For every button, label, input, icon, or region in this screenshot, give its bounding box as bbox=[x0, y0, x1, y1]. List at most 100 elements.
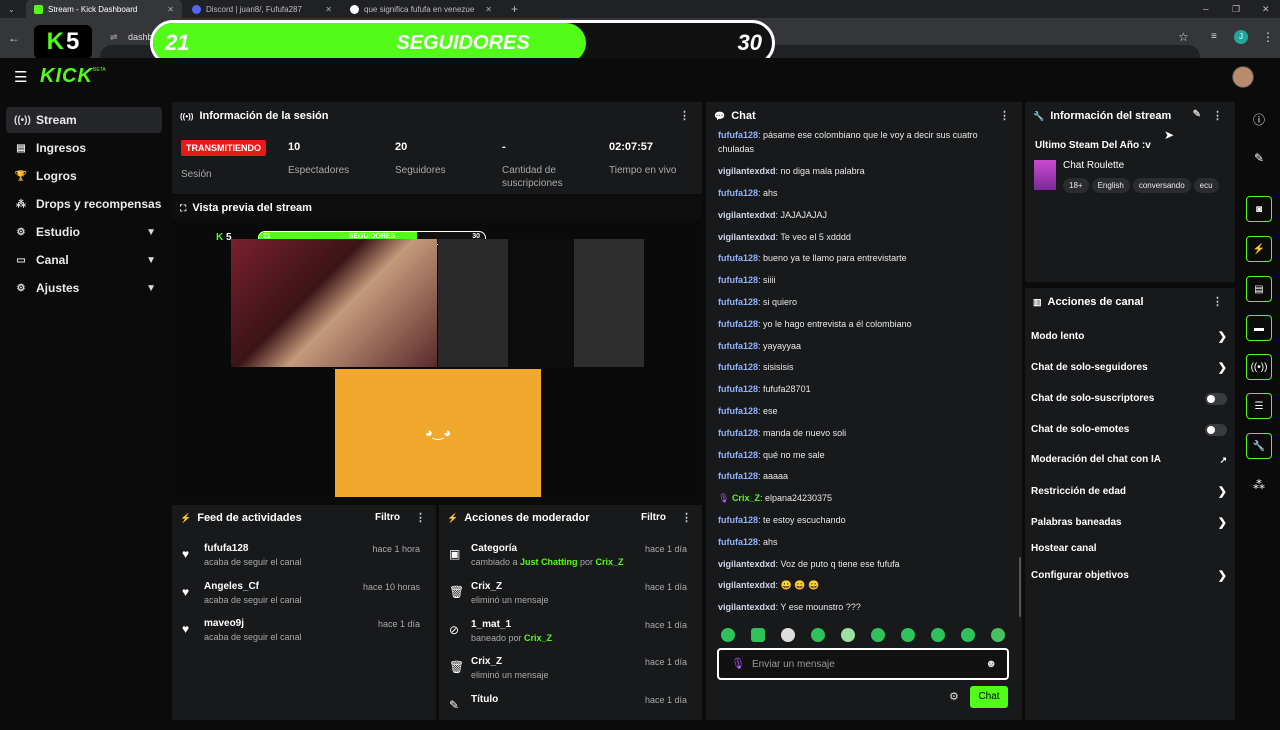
emote-icon[interactable] bbox=[901, 628, 915, 642]
chat-username[interactable]: vigilantexdxd bbox=[718, 210, 776, 220]
emote-icon[interactable] bbox=[781, 628, 795, 642]
emotes-only-toggle[interactable] bbox=[1205, 424, 1227, 436]
chat-username[interactable]: fufufa128 bbox=[718, 515, 758, 525]
action-configurar-objetivos[interactable]: Configurar objetivos ❯ bbox=[1031, 568, 1227, 584]
chat-username[interactable]: vigilantexdxd bbox=[718, 580, 776, 590]
close-tab-icon[interactable]: ✕ bbox=[167, 5, 174, 14]
chat-username[interactable]: vigilantexdxd bbox=[718, 232, 776, 242]
chat-username[interactable]: fufufa128 bbox=[718, 428, 758, 438]
site-info-icon[interactable]: ⇌ bbox=[110, 32, 118, 43]
feed-filter-button[interactable]: Filtro bbox=[375, 512, 400, 523]
chat-username[interactable]: vigilantexdxd bbox=[718, 602, 776, 612]
edit-pencil-icon[interactable]: ✎ bbox=[1193, 109, 1201, 120]
mod-filter-button[interactable]: Filtro bbox=[641, 512, 666, 523]
chevron-right-icon: ❯ bbox=[1217, 486, 1227, 498]
wrench-icon[interactable]: 🔧 bbox=[1246, 433, 1272, 459]
chat-username[interactable]: fufufa128 bbox=[718, 297, 758, 307]
action-solo-seguidores[interactable]: Chat de solo-seguidores ❯ bbox=[1031, 360, 1227, 376]
sidebar-item-ingresos[interactable]: ▤ Ingresos bbox=[6, 135, 162, 161]
chat-input[interactable]: 🎙 Enviar un mensaje ☻ bbox=[717, 648, 1009, 680]
more-options-icon[interactable]: ⋮ bbox=[1212, 295, 1223, 308]
kick-logo[interactable]: KICK bbox=[40, 65, 93, 88]
subs-only-toggle[interactable] bbox=[1205, 393, 1227, 405]
chat-bubble-icon[interactable]: ▬ bbox=[1246, 315, 1272, 341]
bookmark-star-icon[interactable]: ☆ bbox=[1178, 30, 1189, 44]
action-hostear-canal[interactable]: Hostear canal bbox=[1031, 541, 1227, 557]
browser-tab-kick[interactable]: Stream - Kick Dashboard ✕ bbox=[26, 0, 182, 18]
sidebar-item-ajustes[interactable]: ⚙ Ajustes ▼ bbox=[6, 275, 162, 301]
chat-username[interactable]: fufufa128 bbox=[718, 130, 758, 140]
sidebar-item-stream[interactable]: ((•)) Stream bbox=[6, 107, 162, 133]
chat-username[interactable]: Crix_Z bbox=[732, 493, 760, 503]
close-tab-icon[interactable]: ✕ bbox=[485, 5, 492, 14]
sidebar-item-label: Stream bbox=[36, 113, 77, 127]
chevron-right-icon: ❯ bbox=[1217, 331, 1227, 343]
chat-username[interactable]: fufufa128 bbox=[718, 450, 758, 460]
more-options-icon[interactable]: ⋮ bbox=[999, 109, 1010, 122]
clipboard-icon[interactable]: ▤ bbox=[1246, 276, 1272, 302]
chat-username[interactable]: fufufa128 bbox=[718, 275, 758, 285]
chat-username[interactable]: fufufa128 bbox=[718, 188, 758, 198]
new-tab-button[interactable]: + bbox=[503, 0, 523, 18]
camera-icon[interactable]: ◙ bbox=[1246, 196, 1272, 222]
apps-icon[interactable]: ⁂ bbox=[1246, 472, 1272, 498]
microphone-icon[interactable]: 🎙 bbox=[731, 657, 745, 670]
chat-username[interactable]: vigilantexdxd bbox=[718, 559, 776, 569]
edit-pencil-icon[interactable]: ✎ bbox=[1246, 145, 1272, 171]
chat-username[interactable]: fufufa128 bbox=[718, 537, 758, 547]
chat-username[interactable]: vigilantexdxd bbox=[718, 166, 776, 176]
chat-username[interactable]: fufufa128 bbox=[718, 384, 758, 394]
action-label: Chat de solo-seguidores bbox=[1031, 362, 1148, 373]
chat-username[interactable]: fufufa128 bbox=[718, 253, 758, 263]
browser-tab-discord[interactable]: Discord | juan8/, Fufufa287 ✕ bbox=[184, 0, 340, 18]
info-icon[interactable]: ⓘ bbox=[1246, 106, 1272, 132]
panel-title: ▥ Acciones de canal bbox=[1033, 296, 1144, 308]
emote-icon[interactable] bbox=[841, 628, 855, 642]
sidebar-item-logros[interactable]: 🏆 Logros bbox=[6, 163, 162, 189]
minimize-button[interactable]: – bbox=[1195, 0, 1217, 18]
media-icon[interactable]: ≡ bbox=[1211, 31, 1217, 42]
chat-send-button[interactable]: Chat bbox=[970, 686, 1008, 708]
chat-username[interactable]: fufufa128 bbox=[718, 362, 758, 372]
action-moderacion-ia[interactable]: Moderación del chat con IA ↗ bbox=[1031, 452, 1227, 468]
maximize-button[interactable]: ❐ bbox=[1224, 0, 1248, 18]
tab-list-button[interactable]: ⌄ bbox=[0, 0, 22, 18]
emote-icon[interactable] bbox=[751, 628, 765, 642]
browser-menu-icon[interactable]: ⋮ bbox=[1262, 30, 1274, 44]
browser-tab-google[interactable]: que significa fufufa en venezue ✕ bbox=[342, 0, 500, 18]
emote-icon[interactable] bbox=[811, 628, 825, 642]
action-restriccion-edad[interactable]: Restricción de edad ❯ bbox=[1031, 484, 1227, 500]
sidebar-item-canal[interactable]: ▭ Canal ▼ bbox=[6, 247, 162, 273]
profile-avatar[interactable]: J bbox=[1234, 30, 1248, 44]
back-icon[interactable]: ← bbox=[8, 31, 20, 45]
preview-video[interactable]: K 5 21 SEGUIDORES 30 ◕‿◕ bbox=[172, 220, 702, 500]
mod-item-name: Crix_Z bbox=[471, 656, 503, 667]
close-tab-icon[interactable]: ✕ bbox=[325, 5, 332, 14]
more-options-icon[interactable]: ⋮ bbox=[679, 109, 690, 122]
lightning-icon[interactable]: ⚡ bbox=[1246, 236, 1272, 262]
user-avatar[interactable] bbox=[1232, 66, 1254, 88]
layout-icon[interactable]: ☰ bbox=[1246, 393, 1272, 419]
chat-username[interactable]: fufufa128 bbox=[718, 406, 758, 416]
chat-username[interactable]: fufufa128 bbox=[718, 341, 758, 351]
sidebar-item-drops[interactable]: ⁂ Drops y recompensas bbox=[6, 191, 162, 217]
more-options-icon[interactable]: ⋮ bbox=[681, 511, 692, 524]
chat-scrollbar[interactable] bbox=[1019, 557, 1021, 617]
emoji-picker-icon[interactable]: ☻ bbox=[985, 658, 997, 670]
action-modo-lento[interactable]: Modo lento ❯ bbox=[1031, 329, 1227, 345]
sidebar-item-estudio[interactable]: ⚙ Estudio ▼ bbox=[6, 219, 162, 245]
emote-icon[interactable] bbox=[931, 628, 945, 642]
chat-username[interactable]: fufufa128 bbox=[718, 319, 758, 329]
hamburger-menu-icon[interactable]: ☰ bbox=[14, 68, 27, 86]
action-palabras-baneadas[interactable]: Palabras baneadas ❯ bbox=[1031, 515, 1227, 531]
emote-icon[interactable] bbox=[721, 628, 735, 642]
more-options-icon[interactable]: ⋮ bbox=[415, 511, 426, 524]
emote-icon[interactable] bbox=[871, 628, 885, 642]
emote-icon[interactable] bbox=[991, 628, 1005, 642]
close-window-button[interactable]: ✕ bbox=[1254, 0, 1278, 18]
broadcast-icon[interactable]: ((•)) bbox=[1246, 354, 1272, 380]
emote-icon[interactable] bbox=[961, 628, 975, 642]
more-options-icon[interactable]: ⋮ bbox=[1212, 109, 1223, 122]
chat-settings-icon[interactable]: ⚙ bbox=[949, 690, 959, 703]
chat-username[interactable]: fufufa128 bbox=[718, 471, 758, 481]
